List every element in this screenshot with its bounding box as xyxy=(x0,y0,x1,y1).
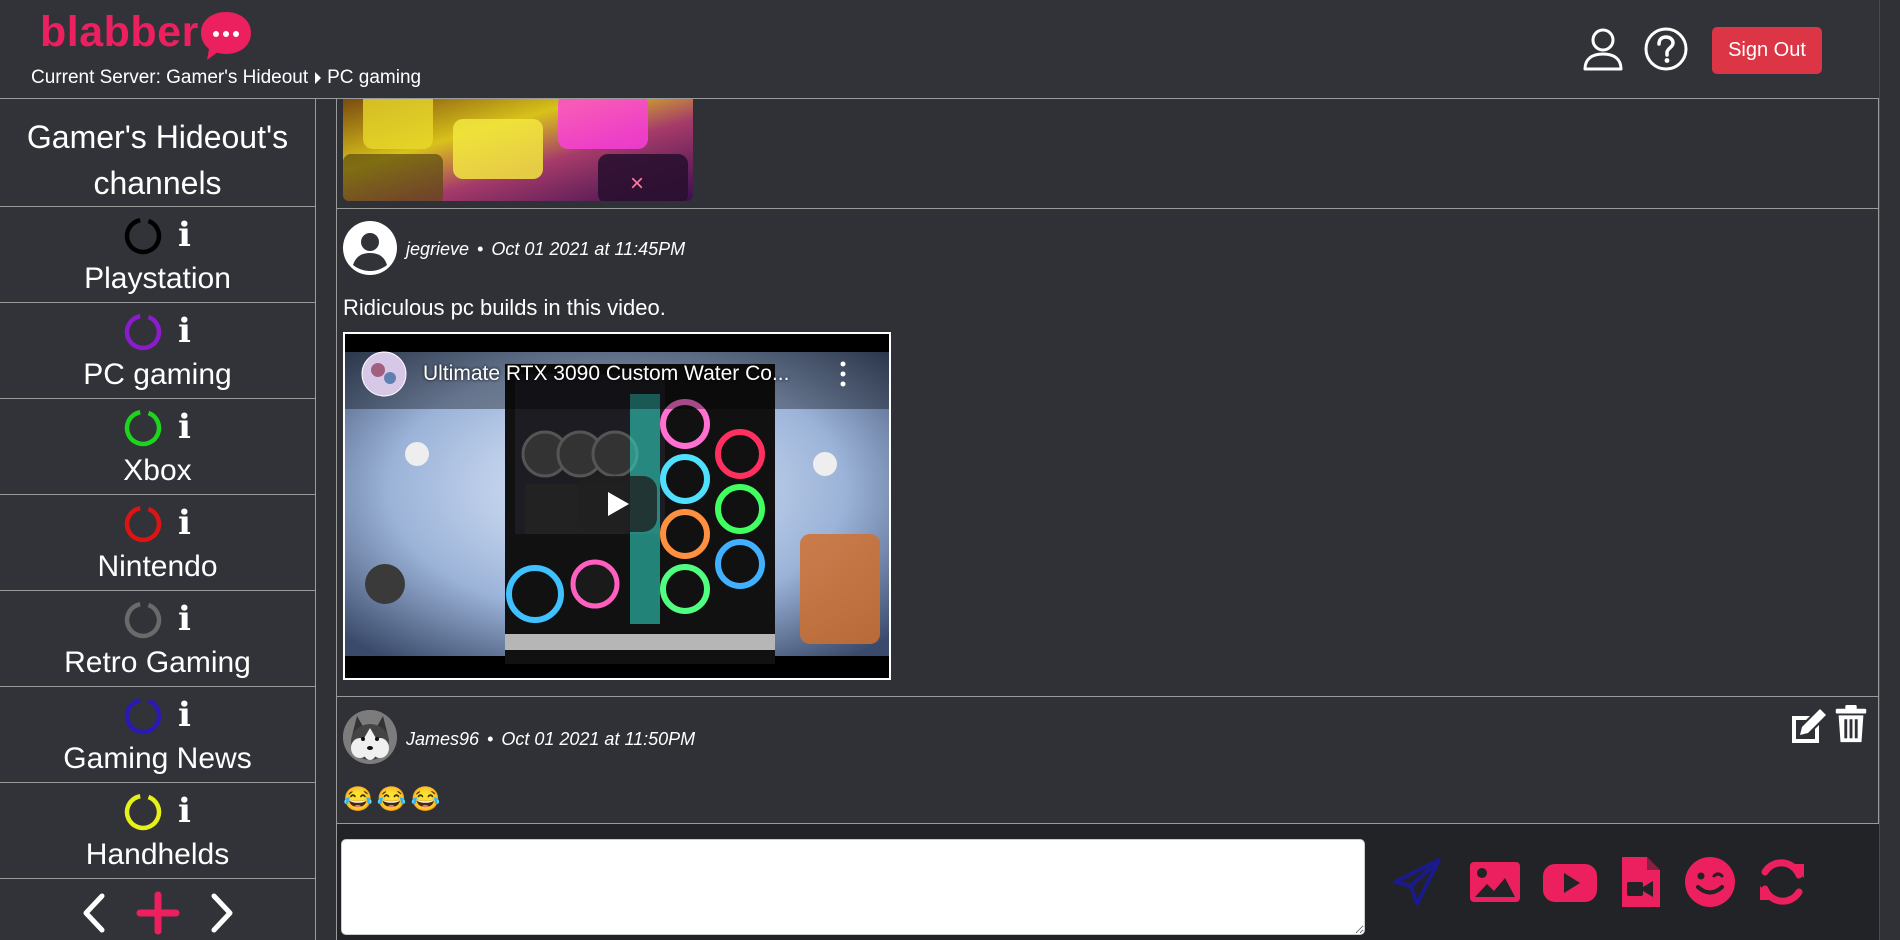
sidebar-channel-item[interactable]: i Retro Gaming xyxy=(0,591,315,687)
breadcrumb: Current Server: Gamer's Hideout PC gamin… xyxy=(31,67,421,89)
sidebar: Gamer's Hideout's channels i Playstation i… xyxy=(0,99,316,940)
channel-name: Retro Gaming xyxy=(64,646,251,679)
message-timestamp: Oct 01 2021 at 11:45PM xyxy=(491,239,686,259)
sidebar-channel-item[interactable]: i PC gaming xyxy=(0,303,315,399)
avatar[interactable] xyxy=(343,221,397,275)
channel-status-icon xyxy=(124,601,162,639)
channel-name: Handhelds xyxy=(85,838,230,871)
message-text: Ridiculous pc builds in this video. xyxy=(343,295,666,320)
sidebar-channel-item[interactable]: i Xbox xyxy=(0,399,315,495)
video-file-icon[interactable] xyxy=(1613,854,1669,910)
channel-status-icon xyxy=(124,409,162,447)
composer xyxy=(336,823,1879,940)
trash-icon[interactable] xyxy=(1831,704,1871,744)
message-input[interactable] xyxy=(341,839,1365,935)
message-username[interactable]: James96 xyxy=(406,729,479,749)
info-icon[interactable]: i xyxy=(178,505,191,541)
info-icon[interactable]: i xyxy=(178,409,191,445)
app-logo[interactable]: blabber xyxy=(40,8,199,57)
youtube-embed[interactable]: Ultimate RTX 3090 Custom Water Co... xyxy=(343,332,891,680)
breadcrumb-channel: PC gaming xyxy=(327,67,422,88)
info-icon[interactable]: i xyxy=(178,313,191,349)
channel-status-icon xyxy=(124,697,162,735)
channel-name: Nintendo xyxy=(97,550,218,583)
help-icon[interactable] xyxy=(1643,26,1689,72)
channel-status-icon xyxy=(124,313,162,351)
chevron-right-icon[interactable] xyxy=(208,893,238,933)
video-title[interactable]: Ultimate RTX 3090 Custom Water Co... xyxy=(423,362,789,386)
send-icon[interactable] xyxy=(1389,854,1445,910)
user-icon[interactable] xyxy=(1580,26,1626,72)
sidebar-title: Gamer's Hideout's channels xyxy=(0,99,315,207)
scrollbar[interactable] xyxy=(1879,0,1900,940)
info-icon[interactable]: i xyxy=(178,601,191,637)
channel-status-icon xyxy=(124,793,162,831)
sidebar-channel-item[interactable]: i Gaming News xyxy=(0,687,315,783)
info-icon[interactable]: i xyxy=(178,793,191,829)
message-pane[interactable]: × jegrieve • Oct 01 2021 at 11:45PM Ridicu… xyxy=(336,99,1879,823)
sign-out-button[interactable]: Sign Out xyxy=(1712,27,1822,74)
breadcrumb-server: Current Server: Gamer's Hideout xyxy=(31,67,309,88)
channel-status-icon xyxy=(124,217,162,255)
svg-text:×: × xyxy=(630,170,644,197)
message-divider xyxy=(337,208,1878,209)
refresh-icon[interactable] xyxy=(1754,854,1810,910)
message-divider xyxy=(337,696,1878,697)
sidebar-channel-item[interactable]: i Nintendo xyxy=(0,495,315,591)
message-timestamp: Oct 01 2021 at 11:50PM xyxy=(501,729,696,749)
avatar[interactable] xyxy=(343,710,397,764)
channel-name: PC gaming xyxy=(83,358,232,391)
chat-bubble-icon xyxy=(201,12,251,60)
channel-name: Playstation xyxy=(84,262,231,295)
message-meta: jegrieve • Oct 01 2021 at 11:45PM xyxy=(406,239,686,259)
channel-status-icon xyxy=(124,505,162,543)
channel-name: Gaming News xyxy=(63,742,252,775)
image-icon[interactable] xyxy=(1467,854,1523,910)
message-image[interactable]: × xyxy=(343,99,693,201)
info-icon[interactable]: i xyxy=(178,697,191,733)
header: blabber Current Server: Gamer's Hideout … xyxy=(0,0,1900,99)
sidebar-channel-item[interactable]: i Playstation xyxy=(0,207,315,303)
message-meta: James96 • Oct 01 2021 at 11:50PM xyxy=(406,729,696,749)
sidebar-channel-item[interactable]: i Handhelds xyxy=(0,783,315,879)
message-username[interactable]: jegrieve xyxy=(406,239,469,259)
info-icon[interactable]: i xyxy=(178,217,191,253)
youtube-icon[interactable] xyxy=(1542,854,1598,910)
message-text: 😂😂😂 xyxy=(343,786,445,813)
sidebar-nav xyxy=(0,879,315,939)
emoji-icon[interactable] xyxy=(1682,854,1738,910)
caret-right-icon xyxy=(315,72,322,84)
chevron-left-icon[interactable] xyxy=(78,893,108,933)
channel-name: Xbox xyxy=(123,454,192,487)
channel-list: i Playstation i PC gaming i Xbox i Nintendo i Ret… xyxy=(0,207,315,879)
edit-icon[interactable] xyxy=(1788,706,1828,746)
plus-icon[interactable] xyxy=(136,891,180,935)
